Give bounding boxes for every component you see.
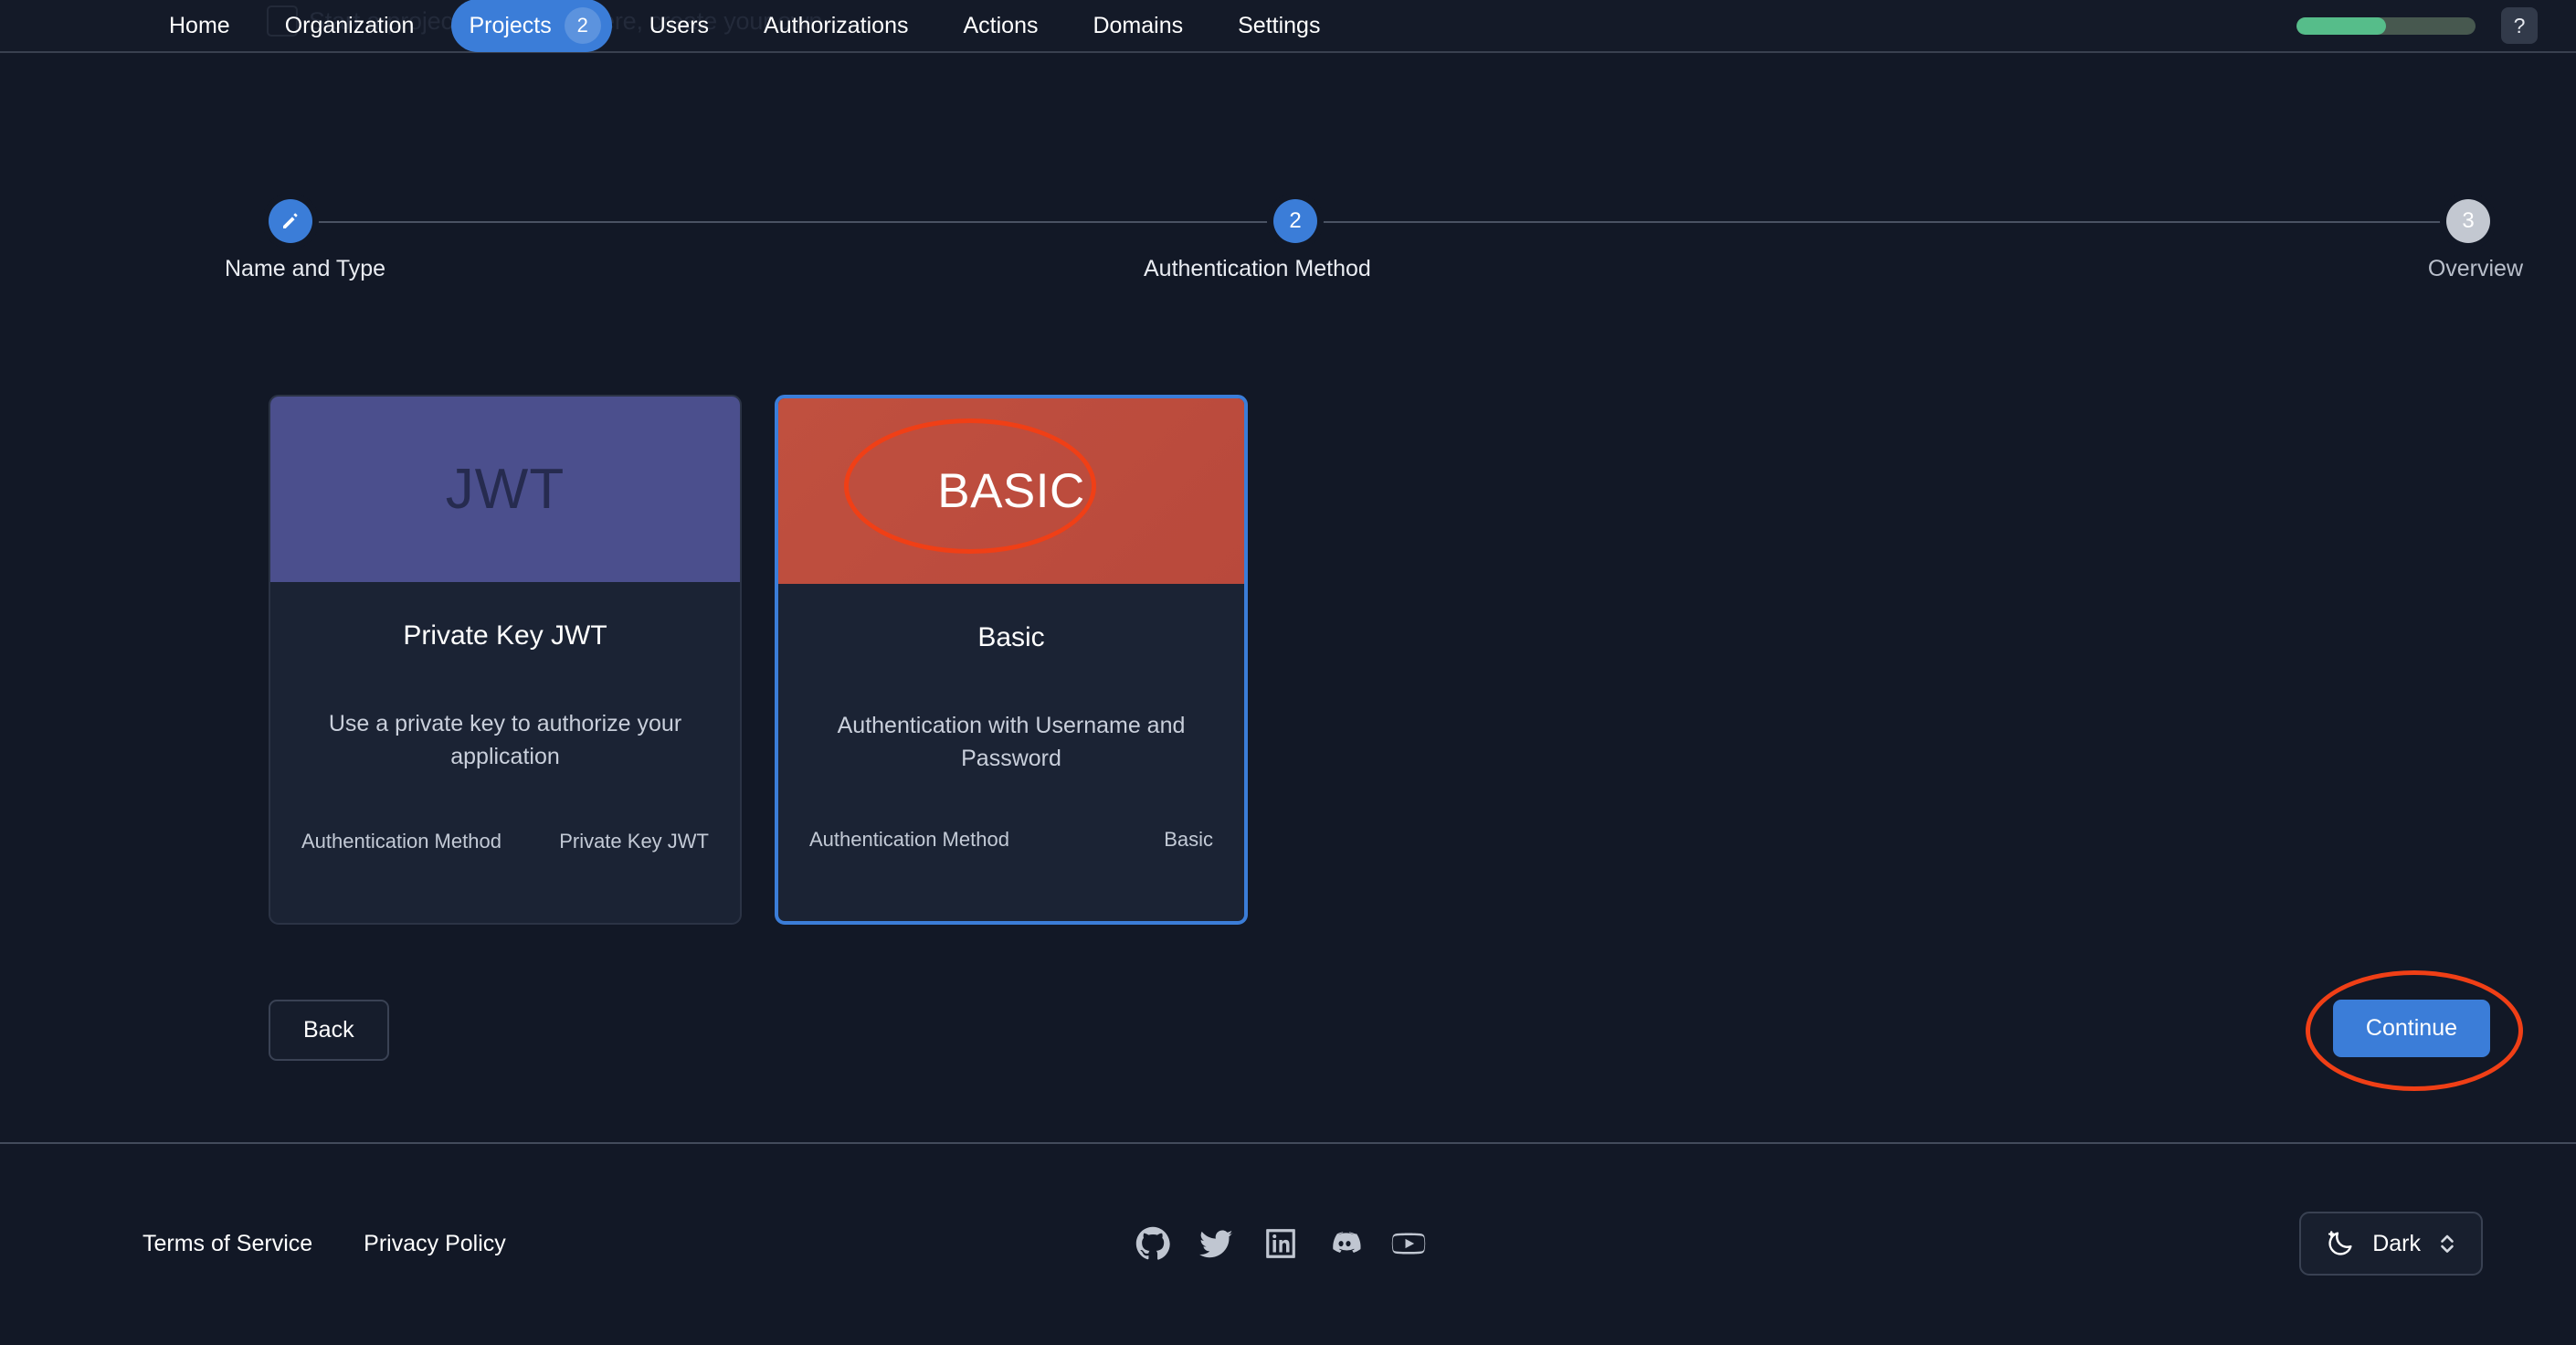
setup-progress-bar — [2296, 16, 2476, 35]
footer-link-terms-of-service[interactable]: Terms of Service — [135, 1227, 320, 1261]
nav-item-label: Domains — [1093, 12, 1184, 38]
main-nav: Home Organization Projects 2 Users Autho… — [152, 0, 1337, 52]
jwt-card-title: Private Key JWT — [403, 620, 607, 651]
step-3-circle[interactable]: 3 — [2446, 199, 2490, 243]
nav-item-authorizations[interactable]: Authorizations — [746, 6, 925, 46]
jwt-card-meta-row: Authentication Method Private Key JWT — [301, 830, 709, 853]
basic-meta-value: Basic — [1164, 828, 1213, 851]
auth-method-card-basic[interactable]: BASIC Basic Authentication with Username… — [775, 395, 1248, 925]
moon-icon — [2325, 1228, 2356, 1259]
nav-item-organization[interactable]: Organization — [268, 6, 432, 46]
youtube-icon[interactable] — [1391, 1226, 1426, 1261]
top-navigation-bar: Start a project: Skip them here, create … — [0, 0, 2576, 53]
main-content: Name and Type 2 Authentication Method 3 … — [0, 53, 2576, 1142]
stepper-track-line — [269, 221, 2490, 223]
jwt-meta-value: Private Key JWT — [559, 830, 709, 853]
jwt-card-body: Private Key JWT Use a private key to aut… — [270, 582, 740, 923]
footer-social-links — [1135, 1226, 1426, 1261]
auth-method-card-list: JWT Private Key JWT Use a private key to… — [269, 395, 1248, 925]
nav-item-actions[interactable]: Actions — [945, 6, 1055, 46]
nav-item-label: Actions — [963, 12, 1039, 38]
github-icon[interactable] — [1135, 1226, 1170, 1261]
step-3-label: Overview — [2427, 256, 2523, 281]
nav-item-domains[interactable]: Domains — [1075, 6, 1200, 46]
nav-item-home[interactable]: Home — [152, 6, 248, 46]
step-2-label: Authentication Method — [1144, 256, 1371, 281]
jwt-card-banner: JWT — [270, 397, 740, 582]
basic-banner-label: BASIC — [937, 464, 1085, 518]
chevron-updown-icon — [2437, 1228, 2457, 1259]
jwt-meta-label: Authentication Method — [301, 830, 501, 853]
step-2-circle[interactable]: 2 — [1273, 199, 1317, 243]
wizard-stepper: Name and Type 2 Authentication Method 3 … — [225, 199, 2523, 281]
basic-card-body: Basic Authentication with Username and P… — [778, 584, 1244, 921]
help-button[interactable]: ? — [2501, 7, 2538, 44]
footer-link-privacy-policy[interactable]: Privacy Policy — [356, 1227, 513, 1261]
footer-links: Terms of Service Privacy Policy — [135, 1227, 513, 1261]
basic-meta-label: Authentication Method — [809, 828, 1009, 851]
step-1-circle[interactable] — [269, 199, 312, 243]
basic-card-meta-row: Authentication Method Basic — [809, 828, 1213, 852]
header-right-controls: ? — [2296, 0, 2538, 51]
projects-count-badge: 2 — [564, 7, 601, 44]
auth-method-card-private-key-jwt[interactable]: JWT Private Key JWT Use a private key to… — [269, 395, 742, 925]
footer-inner: Terms of Service Privacy Policy Dark — [0, 1144, 2576, 1343]
nav-item-projects[interactable]: Projects 2 — [451, 0, 612, 52]
basic-card-title: Basic — [977, 622, 1045, 652]
discord-icon[interactable] — [1327, 1226, 1362, 1261]
nav-item-label: Authorizations — [764, 12, 909, 38]
back-button[interactable]: Back — [269, 1000, 389, 1061]
page-footer: Terms of Service Privacy Policy Dark — [0, 1142, 2576, 1343]
jwt-card-description: Use a private key to authorize your appl… — [328, 711, 682, 769]
jwt-banner-label: JWT — [445, 458, 565, 521]
nav-item-label: Users — [649, 12, 710, 38]
nav-item-label: Organization — [284, 12, 415, 38]
stepper-step-authentication-method[interactable]: 2 Authentication Method — [1144, 199, 1371, 281]
nav-item-settings[interactable]: Settings — [1220, 6, 1337, 46]
theme-switcher[interactable]: Dark — [2299, 1212, 2483, 1276]
step-1-label: Name and Type — [225, 256, 386, 281]
setup-progress-fill — [2296, 16, 2386, 35]
nav-item-label: Home — [169, 12, 230, 38]
continue-button[interactable]: Continue — [2332, 1000, 2490, 1057]
stepper-step-name-and-type[interactable]: Name and Type — [225, 199, 385, 281]
twitter-icon[interactable] — [1199, 1226, 1234, 1261]
stepper-step-overview[interactable]: 3 Overview — [2428, 199, 2523, 281]
wizard-action-bar: Back Continue — [269, 1000, 2490, 1064]
theme-switcher-label: Dark — [2372, 1230, 2421, 1256]
pencil-icon — [283, 213, 298, 228]
basic-card-banner: BASIC — [778, 398, 1244, 584]
nav-item-label: Settings — [1238, 12, 1321, 38]
nav-item-label: Projects — [469, 12, 552, 38]
nav-item-users[interactable]: Users — [632, 6, 726, 46]
basic-card-description: Authentication with Username and Passwor… — [837, 713, 1186, 771]
linkedin-icon[interactable] — [1263, 1226, 1298, 1261]
